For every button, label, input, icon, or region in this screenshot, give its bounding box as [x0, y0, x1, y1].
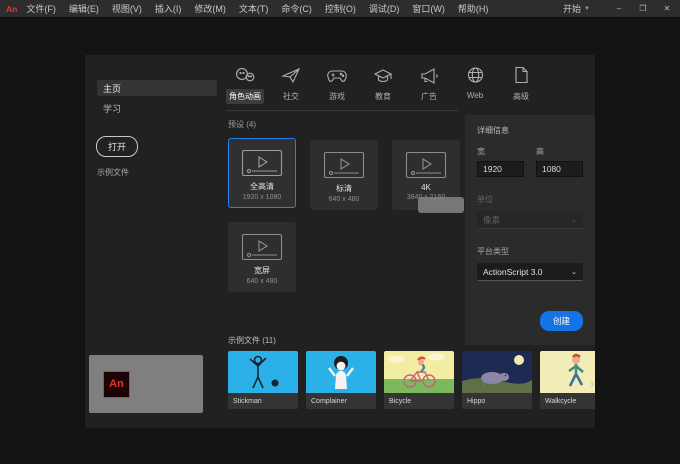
- bicycle-thumbnail: [384, 351, 454, 393]
- video-doc-icon: [405, 151, 447, 179]
- presets-header: 预设 (4): [228, 120, 256, 129]
- details-panel: 详细信息 宽 高 单位 像素 ⌄ 平台类型 ActionScript 3.0 ⌄: [465, 115, 595, 345]
- height-label: 高: [536, 147, 544, 156]
- category-tabs: 角色动画 社交 游戏 教育 广告 Web 高级: [226, 65, 540, 104]
- tooltip: [418, 197, 464, 213]
- samples-header: 示例文件 (11): [228, 336, 276, 345]
- height-field[interactable]: [536, 161, 583, 177]
- tab-ads[interactable]: 广告: [410, 65, 448, 104]
- animate-brand-card: An: [89, 355, 203, 413]
- minimize-button[interactable]: –: [610, 4, 628, 13]
- menu-file[interactable]: 文件(F): [26, 2, 56, 15]
- menu-control[interactable]: 控制(O): [325, 2, 356, 15]
- close-button[interactable]: ✕: [658, 4, 676, 13]
- menu-view[interactable]: 视图(V): [112, 2, 142, 15]
- details-header: 详细信息: [477, 126, 509, 135]
- menu-help[interactable]: 帮助(H): [458, 2, 489, 15]
- tabs-divider: [226, 110, 458, 111]
- video-doc-icon: [323, 151, 365, 179]
- sample-card-hippo[interactable]: Hippo: [462, 351, 532, 409]
- video-doc-icon: [241, 149, 283, 177]
- preset-card-widescreen[interactable]: 宽屏 640 x 480: [228, 222, 296, 292]
- animate-logo: An: [103, 370, 130, 398]
- tab-character-animation[interactable]: 角色动画: [226, 65, 264, 104]
- open-button[interactable]: 打开: [96, 136, 139, 157]
- units-label: 单位: [477, 195, 493, 204]
- sample-card-complainer[interactable]: Complainer: [306, 351, 376, 409]
- tab-web[interactable]: Web: [456, 65, 494, 104]
- width-field[interactable]: [477, 161, 524, 177]
- sidebar-item-home[interactable]: 主页: [97, 80, 217, 96]
- menu-modify[interactable]: 修改(M): [194, 2, 226, 15]
- hippo-thumbnail: [462, 351, 532, 393]
- globe-icon: [466, 65, 485, 85]
- sidebar-item-learn[interactable]: 学习: [97, 100, 217, 116]
- tab-education[interactable]: 教育: [364, 65, 402, 104]
- menu-insert[interactable]: 插入(I): [155, 2, 182, 15]
- units-select[interactable]: 像素 ⌄: [477, 211, 583, 229]
- menu-debug[interactable]: 调试(D): [369, 2, 400, 15]
- sample-card-bicycle[interactable]: Bicycle: [384, 351, 454, 409]
- maximize-button[interactable]: ❐: [634, 4, 652, 13]
- sample-card-stickman[interactable]: Stickman: [228, 351, 298, 409]
- preset-card-sd[interactable]: 标清 640 x 480: [310, 140, 378, 210]
- graduation-cap-icon: [373, 65, 393, 85]
- preset-card-fullhd[interactable]: 全高清 1920 x 1080: [228, 138, 296, 208]
- scroll-next-chevron[interactable]: ›: [590, 376, 594, 391]
- menu-window[interactable]: 窗口(W): [412, 2, 445, 15]
- platform-select[interactable]: ActionScript 3.0 ⌄: [477, 263, 583, 281]
- menu-bar: 文件(F) 编辑(E) 视图(V) 插入(I) 修改(M) 文本(T) 命令(C…: [26, 2, 488, 15]
- faces-icon: [234, 65, 256, 85]
- tab-game[interactable]: 游戏: [318, 65, 356, 104]
- menu-edit[interactable]: 编辑(E): [69, 2, 99, 15]
- chevron-down-icon: ⌄: [571, 216, 577, 224]
- chevron-down-icon: ⌄: [571, 268, 577, 276]
- complainer-thumbnail: [306, 351, 376, 393]
- workspace-switcher[interactable]: 开始 ▼: [563, 2, 590, 15]
- video-doc-icon: [241, 233, 283, 261]
- sample-card-walkcycle[interactable]: Walkcycle: [540, 351, 595, 409]
- megaphone-icon: [419, 65, 439, 85]
- home-screen-panel: 主页 学习 打开 示例文件 角色动画 社交 游戏 教育 广告 Web 高级 预设…: [85, 55, 595, 428]
- stickman-thumbnail: [228, 351, 298, 393]
- game-controller-icon: [327, 65, 347, 85]
- tab-social[interactable]: 社交: [272, 65, 310, 104]
- sample-files-row: Stickman Complainer Bicycle Hippo Walkcy…: [228, 351, 595, 411]
- titlebar: An 文件(F) 编辑(E) 视图(V) 插入(I) 修改(M) 文本(T) 命…: [0, 0, 680, 18]
- menu-commands[interactable]: 命令(C): [281, 2, 312, 15]
- animate-logo: An: [6, 3, 18, 14]
- platform-label: 平台类型: [477, 247, 509, 256]
- document-icon: [513, 65, 529, 85]
- chevron-down-icon: ▼: [584, 5, 590, 12]
- menu-text[interactable]: 文本(T): [239, 2, 269, 15]
- paper-plane-icon: [281, 65, 301, 85]
- width-label: 宽: [477, 147, 485, 156]
- walkcycle-thumbnail: [540, 351, 595, 393]
- sidebar-samples-link[interactable]: 示例文件: [97, 167, 129, 178]
- create-button[interactable]: 创建: [539, 311, 583, 331]
- tab-advanced[interactable]: 高级: [502, 65, 540, 104]
